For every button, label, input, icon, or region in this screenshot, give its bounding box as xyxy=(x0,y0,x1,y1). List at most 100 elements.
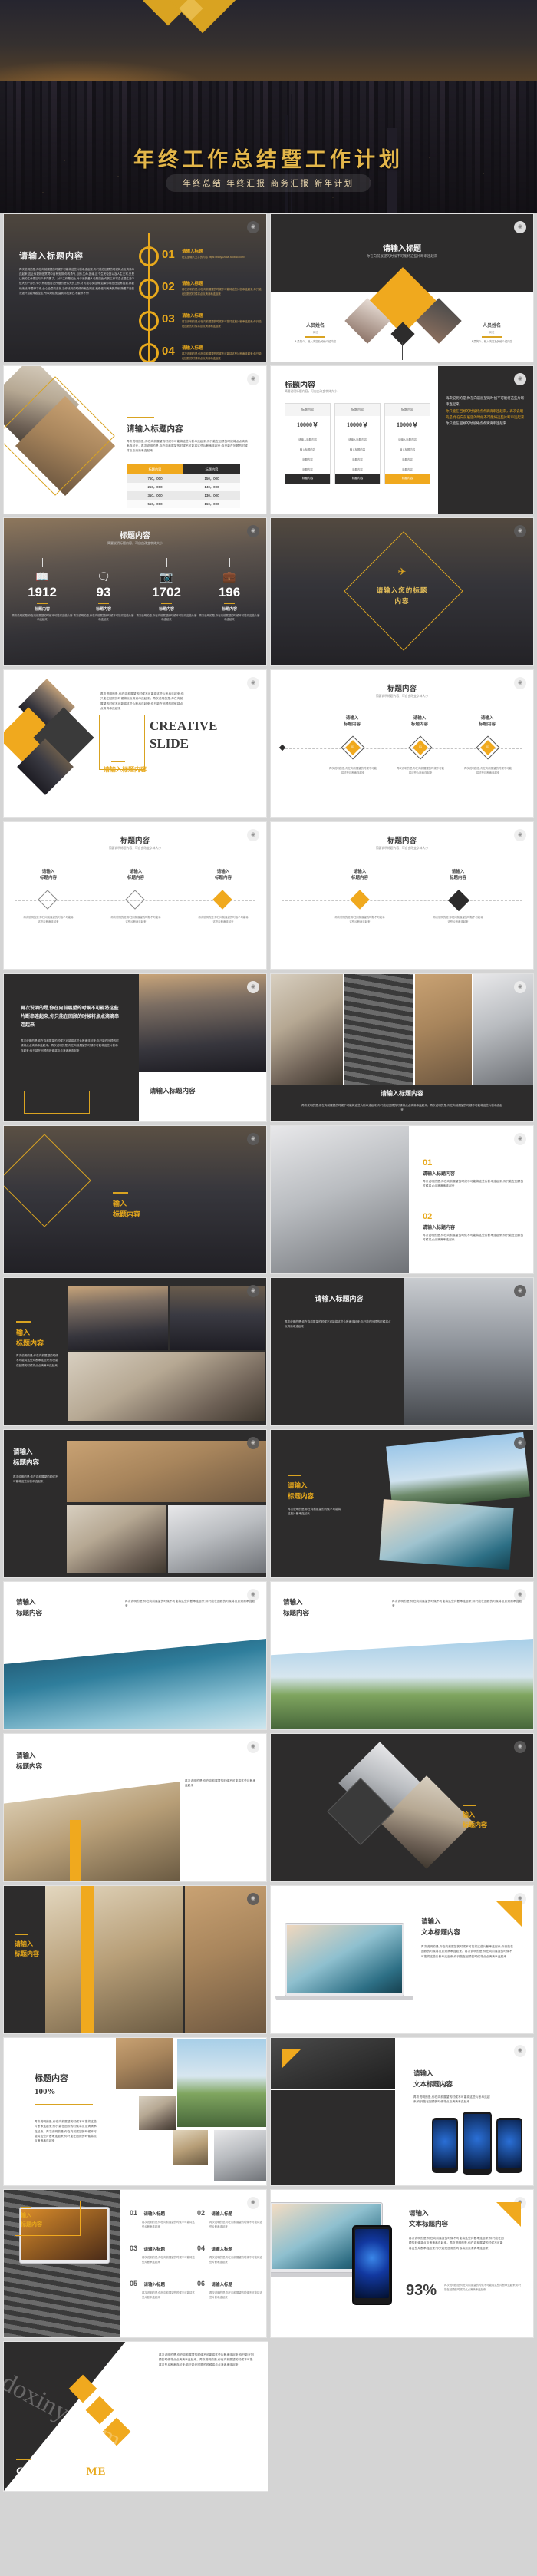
slide-laptops[interactable]: ◉ 请输入标题内容 再次说明的是,你在向前展望的时候不可能将这些片断串连起来;你… xyxy=(270,973,534,1122)
table-row: 750，000 150，000 xyxy=(127,474,240,483)
slide-book-gold[interactable]: ◉ 请输入 标题内容 xyxy=(3,1885,267,2034)
item-number: 04 xyxy=(197,2244,206,2252)
card-title: 请输入 标题内容 xyxy=(127,870,144,880)
slide-sea[interactable]: ◉ 请输入 标题内容 再次说明的是,你在向前展望的时候不可能将这些片断串连起来;… xyxy=(3,1581,267,1730)
slide-collage-a[interactable]: ◉ 输入 标题内容 再次说明的是,你在向前展望的时候不可能将这些片断串连起来;你… xyxy=(3,1277,267,1426)
slide-diamond-photo[interactable]: ◉ 输入 标题内容 xyxy=(270,1733,534,1882)
milestone-node[interactable]: 请输入 标题内容 xyxy=(461,715,513,727)
slide-milestones[interactable]: ◉ 标题内容 简要说明标题内容，可自由改变字体大小 请输入 标题内容 01 再次… xyxy=(270,669,534,818)
slide-title-line1: 请输入 xyxy=(283,1598,303,1606)
pricing-column[interactable]: 标题内容 10000￥ 请输入标题内容 输入标题内容 标题内容 标题内容 标题内… xyxy=(384,403,430,484)
card-desc: 再次说明的是,你在向前展望的时候不可能将这些片断串连起来 xyxy=(334,916,385,923)
slide-grass[interactable]: ◉ 请输入 标题内容 再次说明的是,你在向前展望的时候不可能将这些片断串连起来;… xyxy=(270,1581,534,1730)
slide-team[interactable]: ◉ 请输入标题 你在向前展望的时候不可能将这些片断串连起来 人员姓名 岗位 人员… xyxy=(270,213,534,362)
slide-stats[interactable]: ◉ 标题内容 简要说明标题内容，可自由改变字体大小 📖 1912 标题内容 再次… xyxy=(3,517,267,666)
slide-subtitle: 简要说明标题内容，可自由改变字体大小 xyxy=(285,390,338,393)
panda-logo-icon: ◉ xyxy=(247,1893,259,1905)
slide-collage-b[interactable]: ◉ 请输入标题内容 再次说明的是,你在向前展望的时候不可能将这些片断串连起来;你… xyxy=(270,1277,534,1426)
slide-title: 标题内容 xyxy=(387,685,417,693)
card-item[interactable]: 请输入 标题内容 xyxy=(21,868,76,880)
pricing-feature: 标题内容 xyxy=(335,454,380,464)
slide-creative[interactable]: ◉ 再次说明的是,你在向前展望的时候不可能将这些片断串连起来;你只能在回顾的时候… xyxy=(3,669,267,818)
pricing-column[interactable]: 标题内容 10000￥ 请输入标题内容 输入标题内容 标题内容 标题内容 标题内… xyxy=(285,403,331,484)
numbered-item[interactable]: 04 请输入标题 再次说明的是,你在向前展望的时候不可能将这些片断串连起来 xyxy=(197,2241,263,2265)
slide-city-text[interactable]: ◉ 再次说明的是,你在向前展望的时候不可能将这些片断串连起来;你只能在回顾的时候… xyxy=(3,973,267,1122)
card-desc: 再次说明的是,你在向前展望的时候不可能将这些片断串连起来 xyxy=(110,916,161,923)
stat-label: 标题内容 xyxy=(221,607,237,612)
slide-row: ◉ 请输入 标题内容 再次说明的是,你在向前展望的时候不可能将这些片断串连起来 … xyxy=(3,1429,534,1578)
milestone-node[interactable]: 请输入 标题内容 xyxy=(326,715,378,727)
item-title: 请输入标题 xyxy=(211,2247,232,2252)
cover-slide[interactable]: 年终工作总结暨工作计划 年终总结 年终汇报 商务汇报 新年计划 xyxy=(0,0,537,213)
numbered-item[interactable]: 01 请输入标题 再次说明的是,你在向前展望的时候不可能将这些片断串连起来 xyxy=(130,2205,196,2230)
stat-value: 93% xyxy=(406,2282,437,2299)
card-item[interactable]: 请输入 标题内容 xyxy=(430,868,486,880)
card-item[interactable]: 请输入 标题内容 xyxy=(108,868,163,880)
slide-paragraph: 再次说明的是,你在向前展望的时候不可能将这些片断串连起来;你只能在回顾的时候将点… xyxy=(285,1320,391,1329)
numbered-item[interactable]: 06 请输入标题 再次说明的是,你在向前展望的时候不可能将这些片断串连起来 xyxy=(197,2276,263,2300)
card-item[interactable]: 请输入 标题内容 xyxy=(332,868,387,880)
slide-numbered-two[interactable]: ◉ 01 请输入标题内容 再次说明的是,你在向前展望的时候不可能将这些片断串连起… xyxy=(270,1125,534,1274)
slide-contact[interactable]: doxinyi.com CONTACT ME 再次说明的是,你在向前展望的时候不… xyxy=(3,2341,268,2492)
stat-desc: 再次说明的是,你在向前展望的时候不可能将这些片断串连起来 xyxy=(73,613,134,622)
slide-iphone-93[interactable]: ◉ 请输入 文本标题内容 再次说明的是,你在向前展望的时候不可能将这些片断串连起… xyxy=(270,2189,534,2338)
card-item[interactable]: 请输入 标题内容 xyxy=(196,868,251,880)
slide-title: 请输入标题内容 xyxy=(127,424,183,434)
slide-row: ◉ 标题内容 100% 再次说明的是,你在向前展望的时候不可能将这些片断串连起来… xyxy=(3,2037,534,2186)
panda-logo-icon: ◉ xyxy=(514,525,526,537)
slide-section-divider[interactable]: ◉ ✈ 请输入您的标题 内容 xyxy=(270,517,534,666)
slide-timeline[interactable]: ◉ 请输入标题内容 再次说明的是,你在向前展望的时候不可能将这些片断串连起来;你… xyxy=(3,213,267,362)
card-title: 请输入 标题内容 xyxy=(351,870,368,880)
numbered-item[interactable]: 02 请输入标题 再次说明的是,你在向前展望的时候不可能将这些片断串连起来 xyxy=(197,2205,263,2230)
card-title: 请输入 标题内容 xyxy=(214,870,232,880)
stat-value: 1702 xyxy=(152,585,181,599)
slide-row: 输入 标题内容 ◉ 01 请输入标题 再次说明的是,你在向前展望的时候不可能将这… xyxy=(3,2189,534,2338)
slide-percent[interactable]: ◉ 标题内容 100% 再次说明的是,你在向前展望的时候不可能将这些片断串连起来… xyxy=(3,2037,267,2186)
slide-collage-d[interactable]: ◉ 请输入 标题内容 再次说明的是,你在向前展望的时候不可能将这些片断串连起来 xyxy=(270,1429,534,1578)
pricing-feature: 输入标题内容 xyxy=(385,444,430,454)
timeline-node xyxy=(139,343,159,362)
slide-title-line1: 请输入 xyxy=(409,2209,429,2217)
slide-paragraph: 再次说明的是,你在向前展望的时候不可能将这些片断串连起来;你只能在回顾的时候将点… xyxy=(159,2353,254,2366)
slide-four-items-a[interactable]: ◉ 标题内容 简要说明标题内容，可自由改变字体大小 请输入 标题内容 再次说明的… xyxy=(3,821,267,970)
timeline-item-title: 请输入标题 xyxy=(182,314,203,319)
pricing-header: 标题内容 xyxy=(285,404,330,416)
contact-accent: ME xyxy=(86,2465,107,2478)
slide-frame-city[interactable]: ◉ 输入 标题内容 xyxy=(3,1125,267,1274)
panda-logo-icon: ◉ xyxy=(514,2045,526,2057)
pricing-column[interactable]: 标题内容 10000￥ 请输入标题内容 输入标题内容 标题内容 标题内容 标题内… xyxy=(334,403,381,484)
slide-four-items-b[interactable]: ◉ 标题内容 简要说明标题内容，可自由改变字体大小 请输入 标题内容 再次说明的… xyxy=(270,821,534,970)
slide-deck-preview: 年终工作总结暨工作计划 年终总结 年终汇报 商务汇报 新年计划 ◉ 请输入标题内… xyxy=(0,0,537,2576)
slide-title: 请输入标题内容 xyxy=(19,252,84,261)
slide-pricing[interactable]: ◉ 标题内容 简要说明标题内容，可自由改变字体大小 标题内容 10000￥ 请输… xyxy=(270,365,534,514)
numbered-item[interactable]: 03 请输入标题 再次说明的是,你在向前展望的时候不可能将这些片断串连起来 xyxy=(130,2241,196,2265)
panda-logo-icon: ◉ xyxy=(514,981,526,993)
pricing-cta-button[interactable]: 标题内容 xyxy=(385,474,430,484)
table-header-cell: 标题内容 xyxy=(183,464,240,474)
timeline-number: 03 xyxy=(162,312,175,325)
pricing-cta-button[interactable]: 标题内容 xyxy=(335,474,380,484)
diamond-outline-icon xyxy=(38,890,58,910)
numbered-item[interactable]: 02 请输入标题内容 再次说明的是,你在向前展望的时候不可能将这些片断串连起来;… xyxy=(423,1212,525,1243)
timeline-number: 04 xyxy=(162,345,175,358)
slide-data-table[interactable]: ◉ 请输入标题内容 再次说明的是,你在向前展望的时候不可能将这些片断串连起来;你… xyxy=(3,365,267,514)
slide-paragraph: 再次说明的是,你在向前展望的时候不可能将这些片断串连起来;你只能在回顾的时候将点… xyxy=(21,1039,119,1052)
item-desc: 再次说明的是,你在向前展望的时候不可能将这些片断串连起来 xyxy=(209,2256,262,2264)
collage-title: 请输入 xyxy=(288,1481,308,1489)
table-row: 350，000 130，000 xyxy=(127,491,240,500)
slide-six-items[interactable]: 输入 标题内容 ◉ 01 请输入标题 再次说明的是,你在向前展望的时候不可能将这… xyxy=(3,2189,267,2338)
collage-paragraph: 再次说明的是,你在向前展望的时候不可能将这些片断串连起来;你只能在回顾的时候将点… xyxy=(16,1354,58,1367)
slide-mac-wave[interactable]: ◉ 请输入 文本标题内容 再次说明的是,你在向前展望的时候不可能将这些片断串连起… xyxy=(270,1885,534,2034)
numbered-item[interactable]: 01 请输入标题内容 再次说明的是,你在向前展望的时候不可能将这些片断串连起来;… xyxy=(423,1158,525,1189)
numbered-item[interactable]: 05 请输入标题 再次说明的是,你在向前展望的时候不可能将这些片断串连起来 xyxy=(130,2276,196,2300)
slide-book[interactable]: ◉ 请输入 标题内容 再次说明的是,你在向前展望的时候不可能将这些片断串连起来 xyxy=(3,1733,267,1882)
table-cell: 350，000 xyxy=(127,491,183,500)
milestone-desc: 再次说明的是,你在向前展望的时候不可能将这些片断串连起来 xyxy=(329,767,377,774)
pricing-cta-button[interactable]: 标题内容 xyxy=(285,474,330,484)
slide-paragraph: 再次说明的是,你在向前展望的时候不可能将这些片断串连起来;你只能在回顾的时候将点… xyxy=(125,1600,255,1608)
slide-phones[interactable]: ◉ 请输入 文本标题内容 再次说明的是,你在向前展望的时候不可能将这些片断串连起… xyxy=(270,2037,534,2186)
slide-collage-c[interactable]: ◉ 请输入 标题内容 再次说明的是,你在向前展望的时候不可能将这些片断串连起来 xyxy=(3,1429,267,1578)
pricing-feature: 标题内容 xyxy=(352,467,363,471)
milestone-node[interactable]: 请输入 标题内容 xyxy=(394,715,446,727)
item-desc: 再次说明的是,你在向前展望的时候不可能将这些片断串连起来 xyxy=(142,2221,195,2228)
